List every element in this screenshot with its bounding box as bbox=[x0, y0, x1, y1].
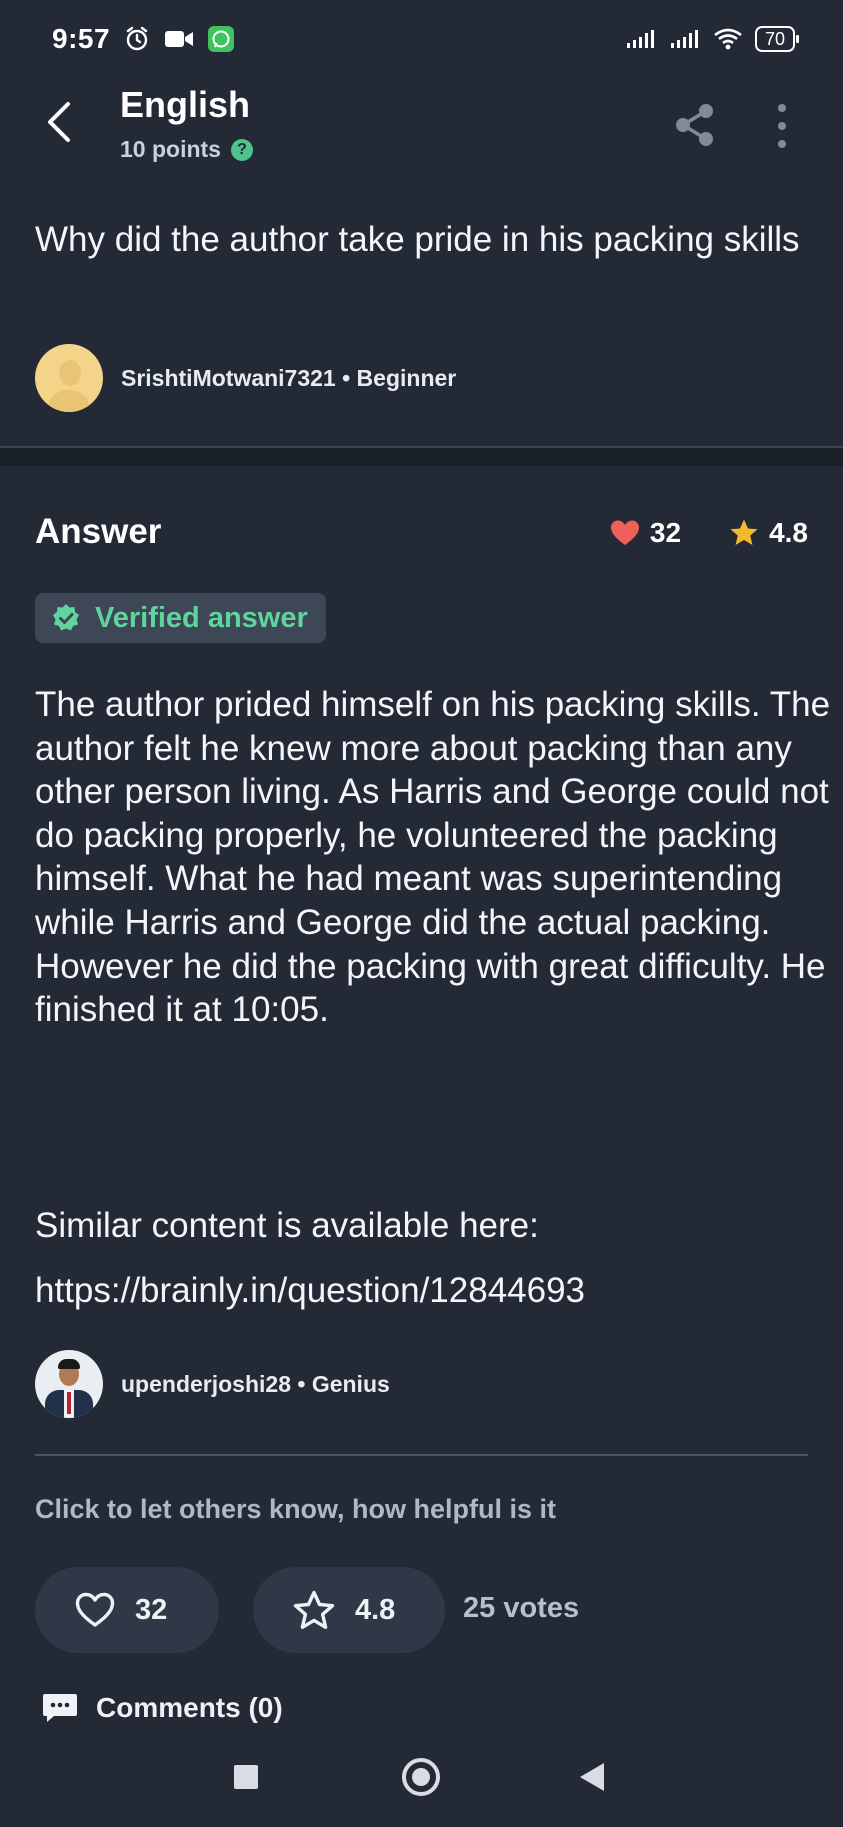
comments-label: Comments (0) bbox=[96, 1692, 283, 1723]
helpful-prompt: Click to let others know, how helpful is… bbox=[35, 1494, 557, 1524]
like-count: 32 bbox=[135, 1593, 168, 1626]
subject-title: English bbox=[120, 84, 251, 125]
recent-apps-button[interactable] bbox=[234, 1765, 258, 1789]
back-button[interactable] bbox=[40, 98, 80, 146]
signal-icon bbox=[626, 30, 654, 48]
avatar[interactable] bbox=[35, 1350, 103, 1418]
similar-content-link[interactable]: https://brainly.in/question/12844693 bbox=[35, 1271, 585, 1311]
answerer-name[interactable]: upenderjoshi28 • Genius bbox=[121, 1371, 390, 1398]
divider bbox=[35, 1454, 808, 1456]
answer-body: The author prided himself on his packing… bbox=[35, 685, 831, 1030]
asker-name[interactable]: SrishtiMotwani7321 • Beginner bbox=[121, 365, 456, 392]
status-system-icons: 70 bbox=[625, 26, 800, 52]
share-button[interactable] bbox=[674, 102, 716, 148]
heart-outline-icon bbox=[75, 1592, 115, 1627]
wifi-icon bbox=[714, 28, 742, 50]
header: English 10 points ? bbox=[0, 78, 843, 208]
heart-icon bbox=[610, 520, 639, 545]
system-navigation-bar bbox=[0, 1745, 843, 1827]
battery-icon: 70 bbox=[754, 26, 800, 52]
points-label: 10 points bbox=[120, 136, 221, 162]
points-row: 10 points ? bbox=[120, 136, 253, 163]
whatsapp-icon bbox=[208, 26, 235, 52]
comment-icon bbox=[43, 1694, 77, 1722]
likes-count: 32 bbox=[649, 517, 682, 548]
answer-stats: 32 4.8 bbox=[610, 517, 808, 549]
verified-check-icon bbox=[53, 604, 79, 631]
answer-heading: Answer bbox=[35, 512, 162, 551]
alarm-icon bbox=[126, 26, 148, 51]
dot-icon bbox=[778, 140, 786, 148]
comments-button[interactable]: Comments (0) bbox=[42, 1692, 283, 1724]
dot-icon bbox=[778, 122, 786, 130]
question-text: Why did the author take pride in his pac… bbox=[35, 220, 800, 259]
answerer-row[interactable]: upenderjoshi28 • Genius bbox=[35, 1350, 390, 1418]
video-camera-icon bbox=[165, 31, 194, 47]
rating-value: 4.8 bbox=[769, 517, 808, 548]
similar-content-label: Similar content is available here: bbox=[35, 1206, 539, 1245]
status-bar: 9:57 70 bbox=[0, 0, 843, 78]
star-value: 4.8 bbox=[355, 1593, 396, 1626]
help-icon[interactable]: ? bbox=[230, 138, 253, 161]
avatar[interactable] bbox=[35, 344, 103, 412]
section-divider bbox=[0, 448, 843, 466]
asker-row[interactable]: SrishtiMotwani7321 • Beginner bbox=[35, 344, 456, 412]
star-outline-icon bbox=[293, 1590, 335, 1629]
rate-button[interactable]: 4.8 bbox=[253, 1567, 445, 1653]
status-notification-icons bbox=[124, 26, 235, 52]
status-time: 9:57 bbox=[52, 23, 111, 54]
system-back-button[interactable] bbox=[580, 1763, 604, 1791]
home-button[interactable] bbox=[402, 1758, 440, 1796]
verified-label: Verified answer bbox=[95, 601, 308, 634]
signal-icon bbox=[670, 30, 698, 48]
more-options-button[interactable] bbox=[772, 104, 792, 148]
votes-count: 25 votes bbox=[463, 1592, 580, 1624]
verified-badge: Verified answer bbox=[35, 593, 326, 643]
star-icon bbox=[730, 519, 758, 545]
dot-icon bbox=[778, 104, 786, 112]
like-button[interactable]: 32 bbox=[35, 1567, 219, 1653]
